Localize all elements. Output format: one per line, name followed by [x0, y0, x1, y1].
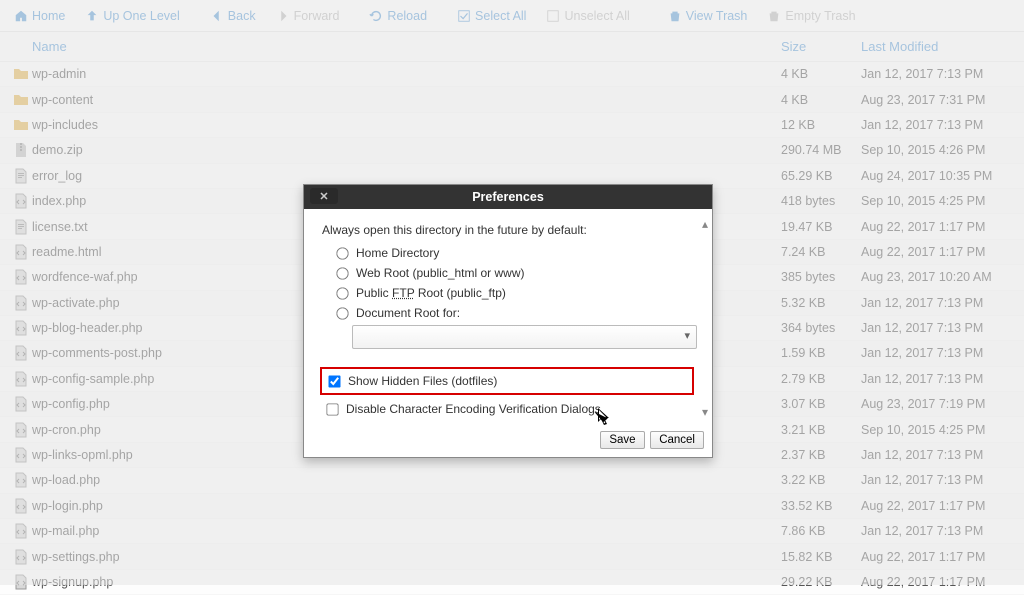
radio-webroot-label: Web Root (public_html or www) [356, 266, 525, 280]
radio-home-label: Home Directory [356, 246, 439, 260]
scroll-up-icon[interactable]: ▴ [700, 219, 710, 229]
checkbox-hidden-label: Show Hidden Files (dotfiles) [348, 374, 497, 388]
radio-ftp-label: Public FTP Root (public_ftp) [356, 286, 506, 300]
preferences-dialog: Preferences Always open this directory i… [303, 184, 713, 458]
dialog-body: Always open this directory in the future… [304, 209, 712, 427]
radio-home[interactable]: Home Directory [322, 243, 694, 263]
checkbox-hidden[interactable]: Show Hidden Files (dotfiles) [324, 371, 686, 391]
cancel-button[interactable]: Cancel [650, 431, 704, 449]
radio-docroot-input[interactable] [336, 307, 348, 319]
dialog-buttons: Save Cancel [304, 427, 712, 457]
dialog-title: Preferences [472, 190, 544, 204]
radio-docroot-label: Document Root for: [356, 306, 460, 320]
dialog-titlebar: Preferences [304, 185, 712, 209]
docroot-select[interactable] [352, 325, 697, 349]
dialog-lead: Always open this directory in the future… [322, 223, 694, 237]
radio-docroot[interactable]: Document Root for: [322, 303, 694, 323]
dialog-close-button[interactable] [310, 188, 338, 204]
save-button[interactable]: Save [600, 431, 644, 449]
highlight-box: Show Hidden Files (dotfiles) [320, 367, 694, 395]
dialog-scrollbar[interactable]: ▴ ▾ [700, 219, 710, 417]
radio-ftp-input[interactable] [336, 287, 348, 299]
checkbox-encoding[interactable]: Disable Character Encoding Verification … [322, 399, 694, 419]
radio-webroot-input[interactable] [336, 267, 348, 279]
radio-webroot[interactable]: Web Root (public_html or www) [322, 263, 694, 283]
radio-ftp[interactable]: Public FTP Root (public_ftp) [322, 283, 694, 303]
scroll-down-icon[interactable]: ▾ [700, 407, 710, 417]
checkbox-hidden-input[interactable] [328, 375, 340, 387]
checkbox-encoding-label: Disable Character Encoding Verification … [346, 402, 601, 416]
checkbox-encoding-input[interactable] [326, 403, 338, 415]
radio-home-input[interactable] [336, 247, 348, 259]
